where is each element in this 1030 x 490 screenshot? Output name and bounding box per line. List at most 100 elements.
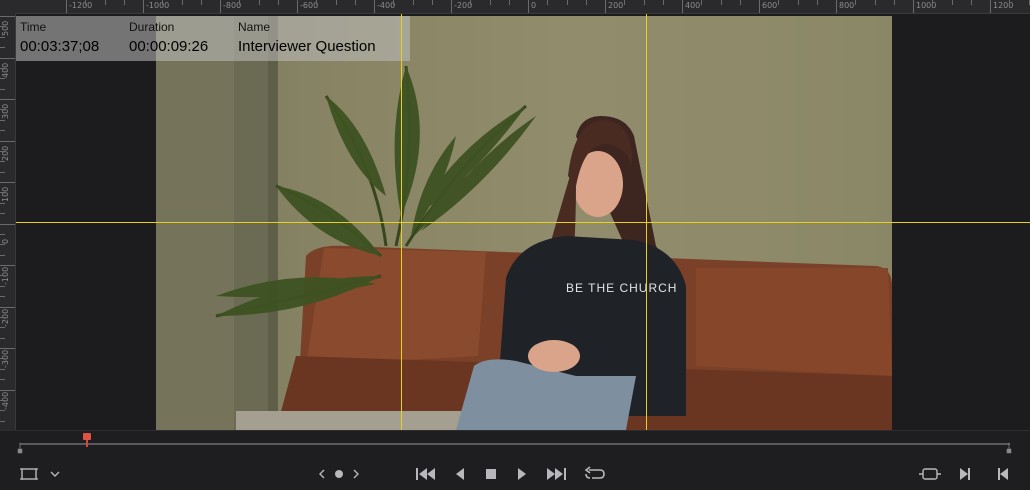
ruler-top-minor-tick [316,0,318,5]
ruler-left-minor-tick [0,67,5,69]
ruler-top-minor-tick [181,0,183,5]
skip-to-start-icon [416,468,435,480]
ruler-top-minor-tick [951,0,953,5]
ruler-left-minor-tick [0,88,5,90]
ruler-left-tick [0,223,15,225]
ruler-top-minor-tick [701,0,703,5]
playhead-handle[interactable] [83,433,92,440]
viewer-mode-button[interactable] [20,464,38,484]
next-clip-button[interactable] [350,464,362,484]
ruler-left-minor-tick [0,368,5,370]
ruler-left-label: 0 [1,238,10,244]
ruler-top-minor-tick [624,0,626,5]
video-viewer[interactable]: BE THE CHURCH Time 00:03:37;08 Duration … [16,14,1030,430]
ruler-top-tick [913,0,914,13]
ruler-top-tick [836,0,837,13]
ruler-top-minor-tick [85,0,87,5]
play-reverse-button[interactable] [452,464,468,484]
ruler-top-tick [374,0,375,13]
ruler-left-tick [0,16,15,17]
ruler-left-minor-tick [0,47,5,49]
in-point-marker[interactable] [17,441,23,455]
ruler-left-tick [0,389,15,391]
skip-to-end-button[interactable] [544,464,568,484]
ruler-left-minor-tick [0,130,5,132]
ruler-top-minor-tick [547,0,549,5]
ruler-left-tick [0,140,15,142]
meta-name-header: Name [238,20,271,34]
ruler-left-minor-tick [0,410,5,412]
hands [528,340,580,372]
ruler-left-minor-tick [0,161,5,163]
ruler-top-tick [528,0,529,13]
ruler-top-minor-tick [739,0,741,5]
prev-edit-button[interactable] [994,464,1012,484]
scrub-track[interactable] [20,443,1010,445]
wall-pillar [234,16,268,430]
next-edit-button[interactable] [956,464,974,484]
ruler-left-minor-tick [0,285,5,287]
ruler-left-label: 100 [1,186,10,202]
viewer-mode-dropdown[interactable] [48,464,62,484]
sweatshirt-text: BE THE CHURCH [566,281,677,295]
next-clip-arrow-icon [353,469,359,479]
ruler-left-minor-tick [0,244,5,246]
ruler-top-minor-tick [1009,0,1011,5]
ruler-left-minor-tick [0,254,5,256]
ruler-top-tick [682,0,683,13]
ruler-top-minor-tick [354,0,356,5]
meta-name-value: Interviewer Question [238,38,376,55]
ruler-top-minor-tick [566,0,568,5]
ruler-left-minor-tick [0,379,5,381]
ruler-left-minor-tick [0,420,5,422]
ruler-left-minor-tick [0,327,5,329]
match-frame-button[interactable] [918,464,942,484]
prev-edit-icon [998,468,1008,480]
ruler-top-tick [66,0,67,13]
guide-horizontal[interactable] [16,222,1030,223]
ruler-top-tick [143,0,144,13]
ruler-left-label: 500 [1,20,10,36]
meta-duration: Duration 00:00:09:26 [129,20,208,55]
play-button[interactable] [514,464,530,484]
ruler-top-minor-tick [123,0,125,5]
ruler-top-minor-tick [335,0,337,5]
ruler-top-minor-tick [643,0,645,5]
video-frame: BE THE CHURCH [156,16,892,430]
wall-edge [268,16,278,430]
ruler-left-minor-tick [0,316,5,318]
ruler-left-minor-tick [0,399,5,401]
prev-clip-button[interactable] [316,464,328,484]
ruler-top-minor-tick [200,0,202,5]
ruler-top-tick [451,0,452,13]
ruler-top-minor-tick [778,0,780,5]
ruler-top-tick [990,0,991,13]
loop-button[interactable] [583,464,607,484]
ruler-top-minor-tick [662,0,664,5]
current-clip-dot[interactable] [333,464,345,484]
ruler-left-minor-tick [0,296,5,298]
timeline-scrubber[interactable] [0,430,1030,458]
ruler-top-minor-tick [508,0,510,5]
ruler-left-minor-tick [0,26,5,28]
ruler-left-minor-tick [0,233,5,235]
ruler-left-minor-tick [0,150,5,152]
skip-to-start-button[interactable] [414,464,438,484]
ruler-top-tick [759,0,760,13]
stop-icon [486,469,496,479]
metadata-overlay: Time 00:03:37;08 Duration 00:00:09:26 Na… [16,16,410,61]
ruler-top-label: 400 [685,1,701,10]
couch-cushion-right [696,268,892,376]
ruler-top-label: 800 [839,1,855,10]
viewer-app: -1200 -1000 -800 -600 -400 -200 0 200 400 600 800 1… [0,0,1030,490]
ruler-left-minor-tick [0,109,5,111]
transport-bar [0,458,1030,490]
ruler-top-minor-tick [239,0,241,5]
ruler-left-minor-tick [0,202,5,204]
stop-button[interactable] [483,464,499,484]
out-point-marker[interactable] [1006,441,1012,455]
ruler-top-label: -1200 [69,1,93,10]
ruler-top-minor-tick [104,0,106,5]
ruler-left-tick [0,348,15,349]
ruler-left-minor-tick [0,78,5,80]
